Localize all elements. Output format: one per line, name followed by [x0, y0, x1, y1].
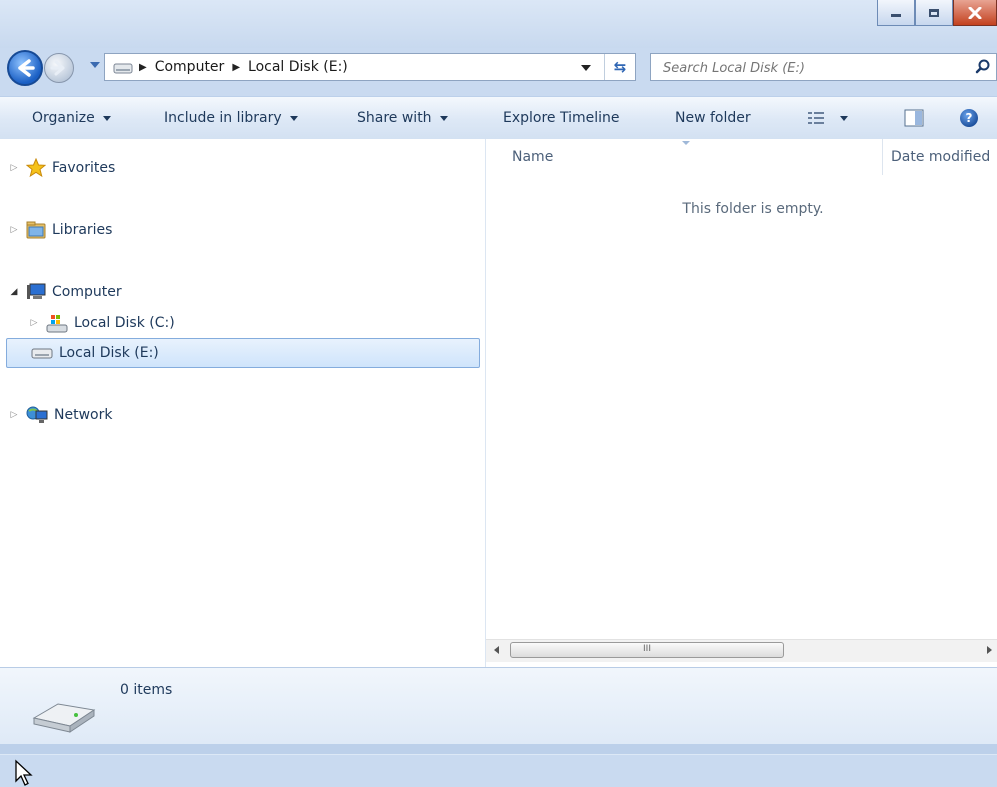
column-header-date-modified[interactable]: Date modified	[891, 149, 990, 165]
nav-item-computer[interactable]: ◢ Computer	[8, 281, 122, 303]
address-bar[interactable]: ▶ Computer ▶ Local Disk (E:) ⇆	[104, 53, 636, 81]
breadcrumb: ▶ Computer ▶ Local Disk (E:)	[139, 54, 348, 80]
libraries-icon	[26, 221, 46, 239]
navigation-pane: ▷ Favorites ▷ Libraries ◢ Computer ▷ Loc…	[0, 139, 485, 786]
maximize-icon	[929, 8, 939, 17]
include-in-library-button[interactable]: Include in library	[164, 97, 298, 139]
search-icon[interactable]	[974, 58, 992, 76]
breadcrumb-separator-icon[interactable]: ▶	[232, 62, 240, 73]
title-bar	[0, 0, 997, 48]
window-controls	[877, 0, 997, 26]
close-icon	[968, 6, 982, 19]
nav-label-libraries: Libraries	[52, 222, 113, 238]
scrollbar-thumb[interactable]: III	[510, 642, 784, 658]
command-bar: Organize Include in library Share with E…	[0, 96, 997, 140]
item-count: 0 items	[120, 682, 173, 698]
view-options-icon	[808, 112, 824, 124]
nav-label-favorites: Favorites	[52, 160, 116, 176]
nav-item-favorites[interactable]: ▷ Favorites	[8, 157, 115, 179]
chevron-down-icon	[289, 115, 298, 121]
maximize-button[interactable]	[915, 0, 953, 26]
refresh-button[interactable]: ⇆	[604, 54, 635, 80]
new-folder-button[interactable]: New folder	[675, 97, 751, 139]
breadcrumb-separator-icon[interactable]: ▶	[139, 62, 147, 73]
address-row: ▶ Computer ▶ Local Disk (E:) ⇆	[0, 48, 997, 90]
network-icon	[26, 406, 48, 423]
empty-folder-message: This folder is empty.	[682, 201, 824, 217]
organize-button[interactable]: Organize	[32, 97, 111, 139]
breadcrumb-local-disk-e[interactable]: Local Disk (E:)	[248, 59, 348, 75]
forward-button[interactable]	[44, 53, 74, 83]
nav-item-network[interactable]: ▷ Network	[8, 404, 112, 426]
back-button[interactable]	[7, 50, 43, 86]
nav-label-local-disk-c: Local Disk (C:)	[74, 315, 175, 331]
chevron-down-icon	[439, 115, 448, 121]
scroll-left-arrow-icon[interactable]	[494, 646, 499, 654]
sort-indicator-icon	[682, 141, 690, 145]
expand-arrow-icon[interactable]: ▷	[8, 410, 20, 420]
nav-label-local-disk-e: Local Disk (E:)	[59, 345, 159, 361]
nav-item-libraries[interactable]: ▷ Libraries	[8, 219, 112, 241]
new-folder-label: New folder	[675, 110, 751, 126]
address-dropdown-icon[interactable]	[581, 65, 591, 71]
share-with-label: Share with	[357, 110, 432, 126]
forward-arrow-icon	[50, 60, 65, 76]
explore-timeline-button[interactable]: Explore Timeline	[503, 97, 620, 139]
nav-label-computer: Computer	[52, 284, 122, 300]
help-button[interactable]: ?	[960, 97, 978, 139]
preview-pane-icon	[904, 109, 924, 127]
nav-item-local-disk-c[interactable]: ▷ Local Disk (C:)	[28, 312, 175, 334]
star-icon	[26, 158, 46, 178]
minimize-icon	[891, 14, 901, 17]
file-list-pane[interactable]: Name Date modified This folder is empty.…	[485, 139, 997, 667]
expand-arrow-icon[interactable]: ▷	[8, 163, 20, 173]
column-header-name[interactable]: Name	[512, 149, 553, 165]
window-bottom-border	[0, 744, 997, 754]
chevron-down-icon	[102, 115, 111, 121]
scroll-right-arrow-icon[interactable]	[987, 646, 992, 654]
computer-icon	[27, 283, 46, 299]
preview-pane-button[interactable]	[904, 97, 924, 139]
search-input[interactable]	[661, 57, 955, 79]
share-with-button[interactable]: Share with	[357, 97, 448, 139]
column-divider[interactable]	[882, 139, 883, 175]
nav-label-network: Network	[54, 407, 113, 423]
breadcrumb-computer[interactable]: Computer	[155, 59, 225, 75]
recent-pages-chevron-icon[interactable]	[90, 62, 100, 68]
drive-icon	[113, 63, 133, 74]
drive-icon	[31, 348, 53, 359]
expand-arrow-icon[interactable]: ▷	[28, 318, 40, 328]
organize-label: Organize	[32, 110, 95, 126]
change-view-button[interactable]	[808, 97, 848, 139]
horizontal-scrollbar[interactable]: III	[486, 639, 997, 662]
minimize-button[interactable]	[877, 0, 915, 26]
back-arrow-icon	[18, 59, 35, 77]
collapse-arrow-icon[interactable]: ◢	[8, 287, 20, 297]
column-headers: Name Date modified	[486, 139, 997, 175]
details-pane: 0 items	[0, 667, 997, 755]
system-drive-icon	[46, 315, 68, 333]
help-icon: ?	[960, 109, 978, 127]
refresh-icon: ⇆	[613, 58, 627, 76]
close-button[interactable]	[953, 0, 997, 26]
nav-item-local-disk-e[interactable]: Local Disk (E:)	[6, 338, 480, 368]
expand-arrow-icon[interactable]: ▷	[8, 225, 20, 235]
drive-large-icon	[32, 703, 96, 733]
mouse-pointer-icon	[15, 759, 33, 786]
chevron-down-icon	[840, 115, 848, 121]
include-in-library-label: Include in library	[164, 110, 282, 126]
search-box[interactable]	[650, 53, 997, 81]
explore-timeline-label: Explore Timeline	[503, 110, 620, 126]
